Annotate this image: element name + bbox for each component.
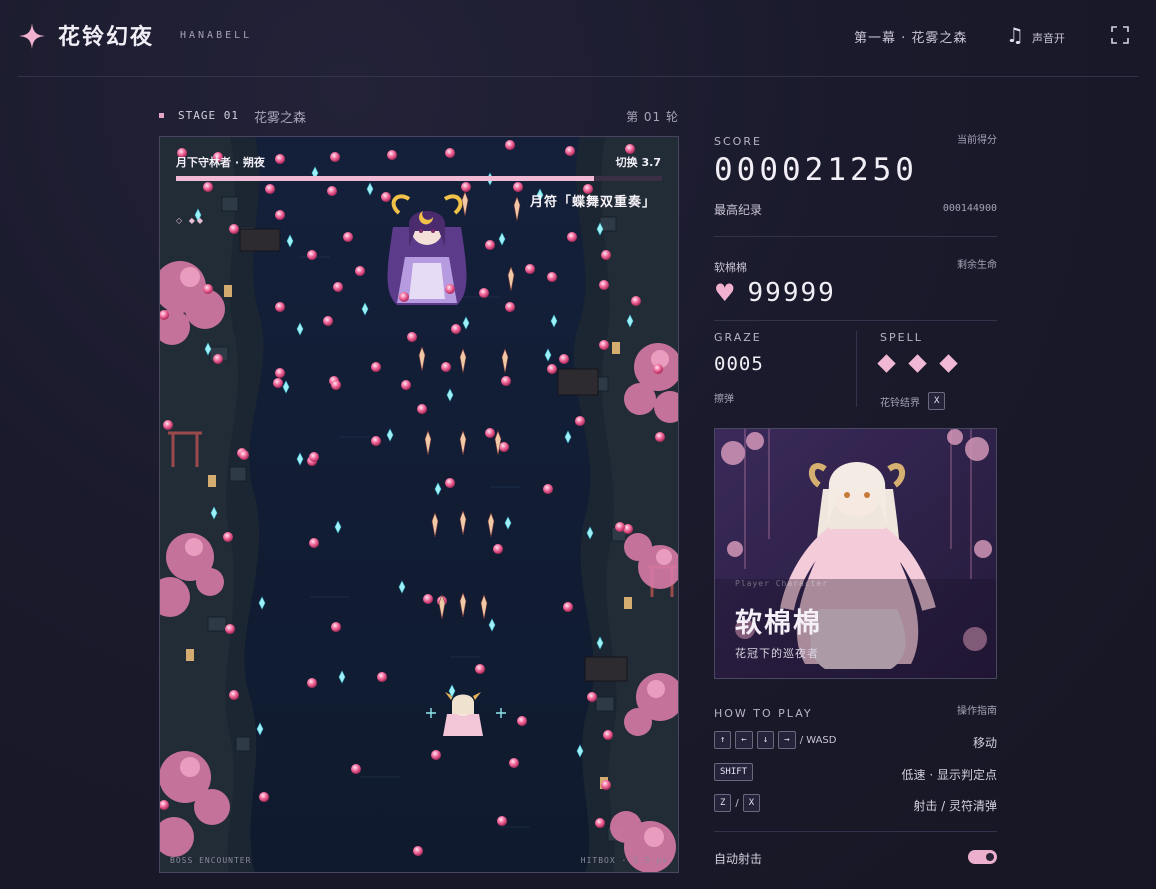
key-x: X: [742, 794, 761, 812]
graze-box: GRAZE 0005 擦弹: [714, 331, 854, 405]
lives-display: ♥ 99999: [714, 278, 836, 308]
score-header: SCORE 当前得分: [714, 130, 997, 149]
boss-health-fill: [176, 176, 594, 181]
graze-label: GRAZE: [714, 331, 762, 344]
header-stage-label: 第一幕 · 花雾之森: [854, 31, 968, 46]
shoot-keys: Z / X: [714, 794, 761, 812]
slow-keys: SHIFT: [714, 763, 754, 781]
boss-name: 月下守林者 · 朔夜: [176, 156, 265, 169]
hiscore-label: 最高纪录: [714, 203, 763, 217]
spell-timer: 切换 3.7: [615, 156, 661, 169]
spell-gems: [877, 351, 958, 373]
field-footer-left: BOSS ENCOUNTER: [170, 856, 252, 865]
howto-header: HOW TO PLAY 操作指南: [714, 702, 997, 721]
boss-health-bar: [176, 176, 662, 181]
stage-marker: [159, 113, 164, 118]
lives-value: 99999: [747, 278, 836, 308]
key-right: →: [778, 731, 796, 749]
round-counter: 第 01 轮: [626, 110, 679, 124]
move-action: 移动: [972, 736, 997, 750]
move-keys: ↑ ← ↓ → / WASD: [714, 731, 836, 749]
sound-label: 声音开: [1031, 32, 1065, 45]
control-shoot: Z / X 射击 / 灵符清弹: [714, 794, 997, 814]
shoot-separator: /: [735, 797, 739, 809]
key-up: ↑: [714, 731, 732, 749]
lives-header: 软棉棉 剩余生命: [714, 256, 997, 275]
spell-gem-icon: [877, 354, 896, 373]
spell-card-name: 月符「蝶舞双重奏」: [529, 195, 656, 210]
character-portrait: Player Character 软棉棉 花冠下的巡夜者: [714, 428, 997, 679]
top-header: 花铃幻夜 HANABELL 第一幕 · 花雾之森 ♫ 声音开: [18, 0, 1138, 77]
move-alt-keys: / WASD: [799, 734, 837, 746]
key-shift: SHIFT: [714, 763, 754, 781]
heart-icon: ♥: [714, 279, 736, 307]
score-label-cn: 当前得分: [957, 135, 997, 146]
slow-action: 低速 · 显示判定点: [901, 768, 997, 782]
toggle-knob: [986, 853, 994, 861]
key-x: X: [928, 392, 946, 410]
howto-label-cn: 操作指南: [957, 706, 997, 717]
stage-bar: STAGE 01 花雾之森 第 01 轮: [159, 106, 679, 126]
spell-gem-icon: [939, 354, 958, 373]
howto-label: HOW TO PLAY: [714, 707, 813, 720]
divider: [714, 236, 997, 237]
game-field[interactable]: 月下守林者 · 朔夜 切换 3.7 月符「蝶舞双重奏」 ◇ ◆◆ BOSS EN…: [159, 136, 679, 873]
score-label: SCORE: [714, 135, 762, 148]
graze-value: 0005: [714, 353, 764, 375]
graze-label-cn: 擦弹: [714, 394, 734, 405]
game-scene: [160, 137, 678, 872]
portrait-art: [715, 429, 996, 678]
character-name: 软棉棉: [735, 608, 822, 639]
divider: [714, 831, 997, 832]
sparkle-icon: [19, 23, 45, 49]
game-subtitle: HANABELL: [180, 30, 253, 41]
control-move: ↑ ← ↓ → / WASD 移动: [714, 731, 997, 751]
auto-fire-label: 自动射击: [714, 852, 763, 866]
auto-fire-row: 自动射击: [714, 848, 997, 868]
sound-toggle-button[interactable]: ♫ 声音开: [1006, 24, 1065, 46]
stage-code: STAGE 01: [178, 109, 239, 122]
spell-box: SPELL 花铃结界 X: [877, 331, 997, 410]
key-down: ↓: [756, 731, 775, 749]
character-tagline: 花冠下的巡夜者: [735, 647, 819, 660]
key-z: Z: [714, 794, 732, 812]
divider-vertical: [856, 331, 857, 407]
auto-fire-toggle[interactable]: [968, 850, 997, 864]
lives-label: 软棉棉: [714, 261, 747, 274]
field-footer-right: HITBOX · 2.5 px: [580, 856, 668, 865]
music-note-icon: ♫: [1006, 23, 1024, 47]
spell-gem-icon: [908, 354, 927, 373]
fullscreen-icon[interactable]: [1111, 26, 1129, 44]
shoot-action: 射击 / 灵符清弹: [913, 799, 997, 813]
game-title: 花铃幻夜: [58, 24, 155, 50]
control-slow: SHIFT 低速 · 显示判定点: [714, 763, 997, 783]
portrait-caption: Player Character: [735, 579, 829, 588]
lives-label-right: 剩余生命: [957, 260, 997, 271]
boss-life-pips: ◇ ◆◆: [176, 216, 205, 225]
spell-label: SPELL: [880, 331, 923, 344]
stage-name: 花雾之森: [254, 111, 307, 126]
divider: [714, 320, 997, 321]
spell-label-cn: 花铃结界: [880, 397, 920, 409]
hiscore-value: 000144900: [942, 203, 997, 214]
score-value: 000021250: [714, 152, 918, 188]
key-left: ←: [735, 731, 753, 749]
spell-key-row: 花铃结界 X: [880, 392, 946, 410]
